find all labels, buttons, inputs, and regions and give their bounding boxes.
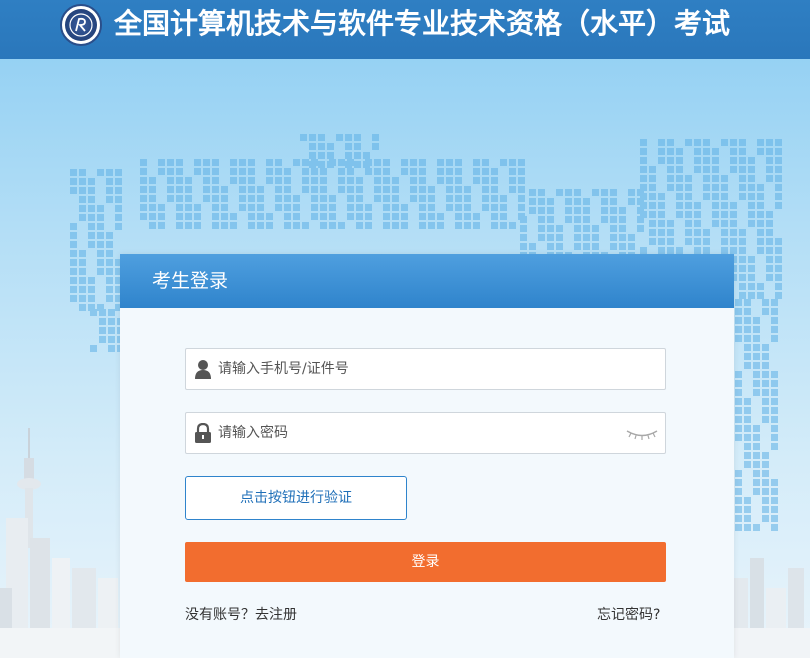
user-icon [195,360,211,379]
register-link[interactable]: 去注册 [255,607,297,623]
no-account-text: 没有账号？ [185,607,255,623]
lock-icon [195,423,211,443]
username-field[interactable] [185,348,666,390]
city-skyline-left [0,428,130,658]
eye-closed-icon[interactable] [625,426,659,442]
login-card: 考生登录 点击按钮进行验证 登录 没有账号？去注册 忘记密码? [120,254,734,658]
register-prompt: 没有账号？去注册 [185,604,297,624]
site-header: 全国计算机技术与软件专业技术资格（水平）考试 [0,0,810,59]
username-input[interactable] [218,349,618,389]
forgot-password-link[interactable]: 忘记密码? [597,604,660,624]
verify-button[interactable]: 点击按钮进行验证 [185,476,407,520]
login-title: 考生登录 [120,254,734,308]
site-title: 全国计算机技术与软件专业技术资格（水平）考试 [114,7,731,40]
exam-logo [60,4,102,46]
login-button[interactable]: 登录 [185,542,666,582]
password-field[interactable] [185,412,666,454]
password-input[interactable] [218,413,618,453]
